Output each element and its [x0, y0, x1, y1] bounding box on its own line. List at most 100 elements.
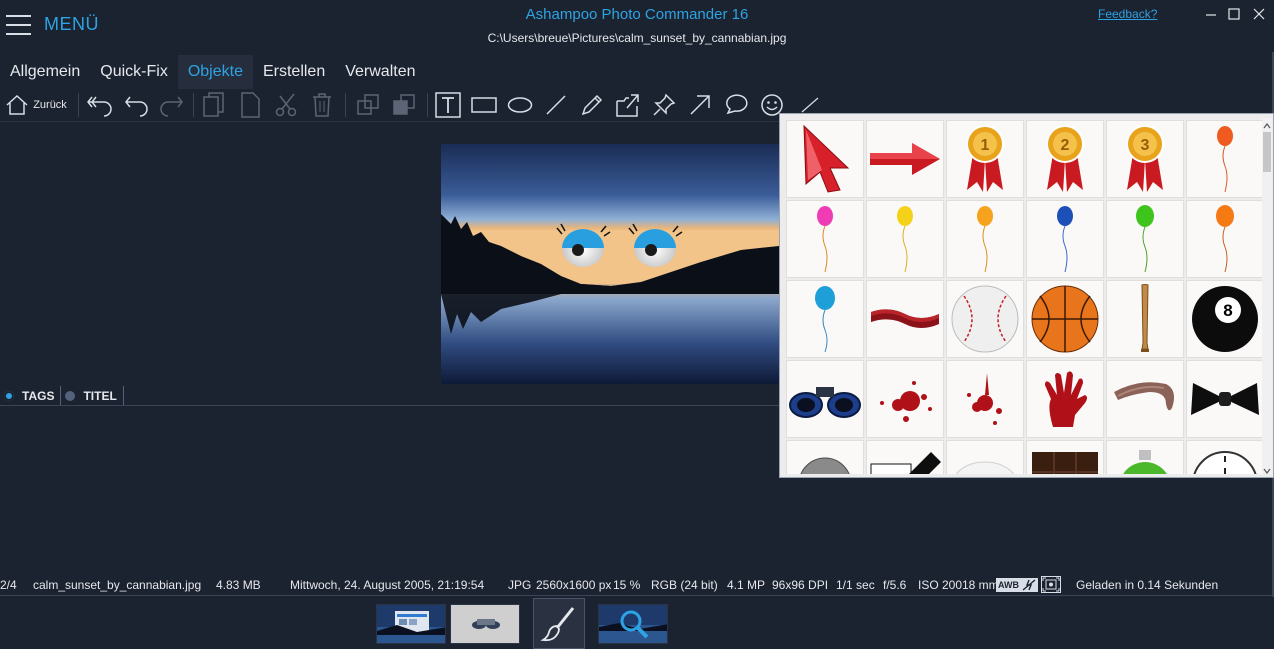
undo-all-button[interactable]: [84, 91, 116, 119]
paste-button[interactable]: [234, 91, 266, 119]
back-button[interactable]: Zurück: [2, 91, 70, 119]
object-balloon-orange[interactable]: [946, 200, 1024, 278]
balloon-yellow-icon: [897, 206, 913, 273]
delete-icon: [313, 93, 331, 117]
object-balloon-red[interactable]: [1186, 120, 1262, 198]
radio-selected-icon: [4, 391, 14, 401]
objects-scrollbar[interactable]: [1262, 118, 1272, 474]
tab-tags[interactable]: TAGS: [0, 386, 62, 406]
edit-mode-button[interactable]: [533, 598, 585, 649]
line-tool-button[interactable]: [540, 91, 572, 119]
object-red-ribbon[interactable]: [866, 280, 944, 358]
maximize-button[interactable]: [1223, 4, 1245, 24]
scroll-thumb[interactable]: [1263, 132, 1271, 172]
delete-button[interactable]: [306, 91, 338, 119]
object-baseball-bat[interactable]: [1106, 280, 1184, 358]
object-medal-1[interactable]: 1: [946, 120, 1024, 198]
object-eight-ball[interactable]: 8: [1186, 280, 1262, 358]
export-button[interactable]: [612, 91, 644, 119]
object-balloon-green[interactable]: [1106, 200, 1184, 278]
photo-preview[interactable]: [441, 144, 779, 384]
tab-objekte[interactable]: Objekte: [177, 55, 253, 89]
scroll-up-icon[interactable]: [1263, 118, 1271, 129]
pencil-tool-button[interactable]: [576, 91, 608, 119]
copy-button[interactable]: [198, 91, 230, 119]
object-bow-tie[interactable]: [1186, 360, 1262, 438]
home-icon: [6, 94, 28, 115]
object-white-cloth[interactable]: [946, 440, 1024, 474]
medal-2-icon: 2: [1046, 125, 1084, 192]
object-bloody-handprint[interactable]: [1026, 360, 1104, 438]
tab-tags-label: TAGS: [22, 389, 55, 403]
object-clock[interactable]: [1186, 440, 1262, 474]
object-balloon-pink[interactable]: [786, 200, 864, 278]
object-binoculars[interactable]: [786, 360, 864, 438]
balloon-green-icon: [1136, 205, 1154, 273]
object-christmas-ornament[interactable]: [1106, 440, 1184, 474]
object-baseball[interactable]: [946, 280, 1024, 358]
minimize-icon: [1206, 14, 1216, 16]
tab-titel[interactable]: TITEL: [61, 386, 124, 406]
object-medal-3[interactable]: 3: [1106, 120, 1184, 198]
object-medal-2[interactable]: 2: [1026, 120, 1104, 198]
cut-icon: [275, 93, 297, 117]
image-canvas[interactable]: [0, 122, 780, 384]
object-balloon-yellow[interactable]: [866, 200, 944, 278]
pin-icon: [653, 93, 676, 116]
undo-button[interactable]: [120, 91, 152, 119]
tag-tabs: TAGS TITEL: [0, 386, 124, 406]
feedback-link[interactable]: Feedback?: [1098, 7, 1157, 21]
tab-quick-fix[interactable]: Quick-Fix: [90, 55, 178, 89]
object-balloon-orange-2[interactable]: [1186, 200, 1262, 278]
object-black-bar[interactable]: [866, 440, 944, 474]
paintbrush-icon: [540, 606, 575, 641]
object-chocolate-bar[interactable]: [1026, 440, 1104, 474]
object-balloon-cyan[interactable]: [786, 280, 864, 358]
arrow-tool-button[interactable]: [684, 91, 716, 119]
baseball-bat-icon: [1141, 284, 1149, 352]
bring-forward-icon: [357, 94, 379, 115]
medal-3-number: 3: [1141, 137, 1150, 154]
object-blood-splatter-2[interactable]: [946, 360, 1024, 438]
send-backward-button[interactable]: [388, 91, 420, 119]
view-mode-compare-thumb[interactable]: [450, 604, 520, 644]
speech-bubble-button[interactable]: [720, 91, 752, 119]
saw-blade-icon: [800, 457, 850, 474]
objects-scroll-area[interactable]: 1 2 3 8: [784, 118, 1262, 474]
scroll-down-icon[interactable]: [1263, 463, 1271, 474]
text-tool-button[interactable]: [432, 91, 464, 119]
object-red-arrow[interactable]: [866, 120, 944, 198]
rectangle-tool-button[interactable]: [468, 91, 500, 119]
status-aperture: f/5.6: [883, 578, 907, 592]
object-feather-boa[interactable]: [1106, 360, 1184, 438]
object-basketball[interactable]: [1026, 280, 1104, 358]
tab-erstellen[interactable]: Erstellen: [253, 55, 335, 89]
pin-button[interactable]: [648, 91, 680, 119]
object-saw-blade[interactable]: [786, 440, 864, 474]
bottom-strip: [0, 598, 1274, 648]
ellipse-tool-button[interactable]: [504, 91, 536, 119]
balloon-orange-icon: [977, 206, 993, 273]
binoculars-icon: [789, 387, 861, 418]
cut-button[interactable]: [270, 91, 302, 119]
close-button[interactable]: [1248, 4, 1270, 24]
redo-button[interactable]: [156, 91, 188, 119]
object-red-cursor-arrow[interactable]: [786, 120, 864, 198]
pencil-tool-icon: [581, 94, 603, 116]
object-balloon-blue[interactable]: [1026, 200, 1104, 278]
medal-2-number: 2: [1061, 137, 1070, 154]
red-arrow-icon: [870, 143, 940, 175]
view-mode-viewer-thumb[interactable]: [598, 604, 668, 644]
status-bar: 2/4 calm_sunset_by_cannabian.jpg 4.83 MB…: [0, 576, 1274, 594]
object-blood-splatter[interactable]: [866, 360, 944, 438]
eight-ball-icon: 8: [1192, 286, 1258, 352]
minimize-button[interactable]: [1200, 4, 1222, 24]
status-zoom: 15 %: [613, 578, 641, 592]
tab-verwalten[interactable]: Verwalten: [335, 55, 425, 89]
status-exposure: 1/1 sec: [836, 578, 875, 592]
view-mode-browser-thumb[interactable]: [376, 604, 446, 644]
red-ribbon-icon: [871, 309, 939, 328]
tab-allgemein[interactable]: Allgemein: [0, 55, 90, 89]
status-loaded: Geladen in 0.14 Sekunden: [1076, 578, 1219, 592]
bring-forward-button[interactable]: [352, 91, 384, 119]
